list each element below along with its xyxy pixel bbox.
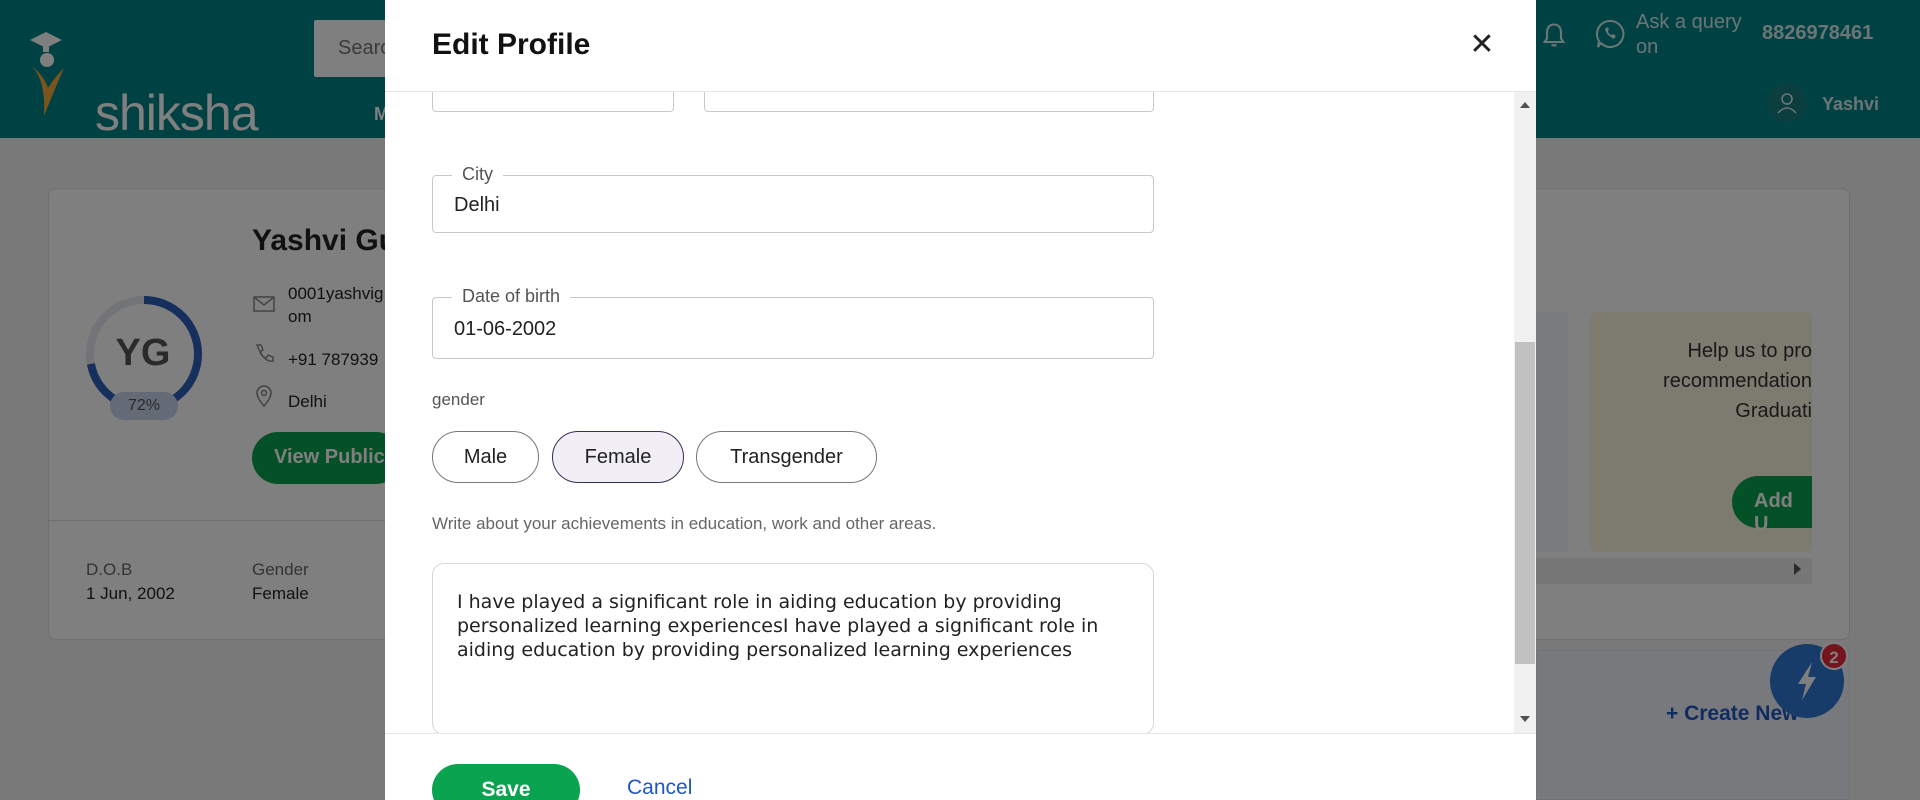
achievements-textarea[interactable]: I have played a significant role in aidi…: [432, 563, 1154, 733]
date-of-birth-field[interactable]: Date of birth 01-06-2002: [432, 286, 1154, 359]
modal-footer-divider: [385, 733, 1536, 734]
hidden-field-right[interactable]: [704, 92, 1154, 112]
modal-title: Edit Profile: [432, 28, 591, 61]
modal-scrollbar[interactable]: [1514, 92, 1536, 733]
scrollbar-thumb[interactable]: [1515, 342, 1535, 664]
scroll-down-arrow-icon[interactable]: [1520, 716, 1530, 722]
gender-option-female[interactable]: Female: [552, 431, 684, 483]
city-field-value[interactable]: Delhi: [454, 194, 500, 217]
gender-option-male[interactable]: Male: [432, 431, 539, 483]
cancel-button[interactable]: Cancel: [627, 776, 692, 800]
gender-option-transgender[interactable]: Transgender: [696, 431, 877, 483]
scroll-up-arrow-icon[interactable]: [1520, 102, 1530, 108]
dob-field-value[interactable]: 01-06-2002: [454, 318, 556, 341]
hidden-field-left[interactable]: [432, 92, 674, 112]
gender-heading: gender: [432, 390, 485, 409]
save-button[interactable]: Save: [432, 764, 580, 800]
edit-profile-modal: Edit Profile ✕ City Delhi Date of birth …: [385, 0, 1536, 800]
close-icon[interactable]: ✕: [1467, 30, 1497, 60]
city-field[interactable]: City Delhi: [432, 164, 1154, 233]
modal-scroll-body[interactable]: City Delhi Date of birth 01-06-2002 gend…: [385, 92, 1512, 733]
city-field-label: City: [452, 164, 503, 185]
achievements-help-text: Write about your achievements in educati…: [432, 514, 937, 533]
dob-field-label: Date of birth: [452, 286, 571, 307]
